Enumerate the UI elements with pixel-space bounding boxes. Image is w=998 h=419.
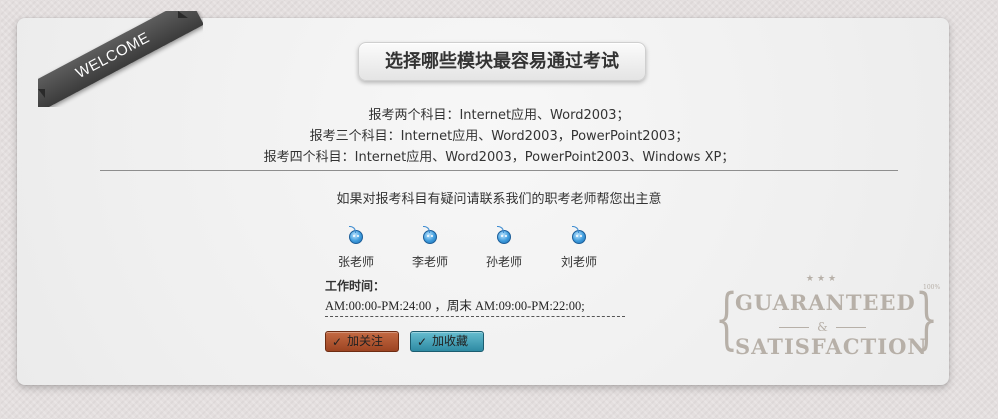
stamp-ampersand-text: & (817, 320, 828, 334)
subject-option-four: 报考四个科目：Internet应用、Word2003，PowerPoint200… (263, 150, 735, 165)
stamp-line-guaranteed: GUARANTEED (735, 290, 916, 315)
subject-options: 报考两个科目：Internet应用、Word2003； 报考三个科目：Inter… (0, 105, 998, 168)
guarantee-stamp: ★★★ 100% { GUARANTEED & SATISFACTION } (715, 274, 940, 364)
right-brace: } (915, 280, 939, 357)
favorite-button-label: 加收藏 (432, 334, 469, 348)
teacher-contact-sun[interactable]: 孙老师 (474, 226, 534, 270)
dashed-divider (325, 316, 625, 317)
teacher-contact-zhang[interactable]: 张老师 (326, 226, 386, 270)
stamp-ampersand: & (735, 320, 910, 334)
contact-prompt: 如果对报考科目有疑问请联系我们的职考老师帮您出主意 (336, 192, 662, 207)
qq-penguin-icon[interactable] (423, 226, 437, 244)
teacher-name[interactable]: 张老师 (326, 253, 386, 270)
follow-button-label: 加关注 (347, 334, 384, 348)
teacher-name[interactable]: 刘老师 (549, 253, 609, 270)
subject-option-two: 报考两个科目：Internet应用、Word2003； (368, 108, 630, 123)
page-title: 选择哪些模块最容易通过考试 (358, 42, 646, 81)
worktime-hours: AM:00:00-PM:24:00 ，周末 AM:09:00-PM:22:00; (325, 299, 585, 313)
qq-penguin-icon[interactable] (497, 226, 511, 244)
check-icon: ✓ (332, 335, 343, 349)
ribbon-fold-bottom (38, 89, 45, 98)
ribbon-fold-top (178, 11, 188, 18)
worktime-label: 工作时间： (325, 279, 386, 293)
check-icon: ✓ (417, 335, 428, 349)
divider (100, 170, 898, 171)
teacher-contact-liu[interactable]: 刘老师 (549, 226, 609, 270)
welcome-ribbon: WELCOME (38, 11, 203, 107)
subject-option-three: 报考三个科目：Internet应用、Word2003，PowerPoint200… (309, 129, 689, 144)
follow-button[interactable]: ✓ 加关注 (325, 331, 399, 352)
teacher-contact-li[interactable]: 李老师 (400, 226, 460, 270)
teacher-name[interactable]: 孙老师 (474, 253, 534, 270)
qq-penguin-icon[interactable] (349, 226, 363, 244)
stamp-stars: ★★★ (805, 274, 840, 284)
welcome-ribbon-label: WELCOME (38, 11, 203, 107)
stamp-line-satisfaction: SATISFACTION (735, 334, 928, 359)
teacher-name[interactable]: 李老师 (400, 253, 460, 270)
qq-penguin-icon[interactable] (572, 226, 586, 244)
favorite-button[interactable]: ✓ 加收藏 (410, 331, 484, 352)
